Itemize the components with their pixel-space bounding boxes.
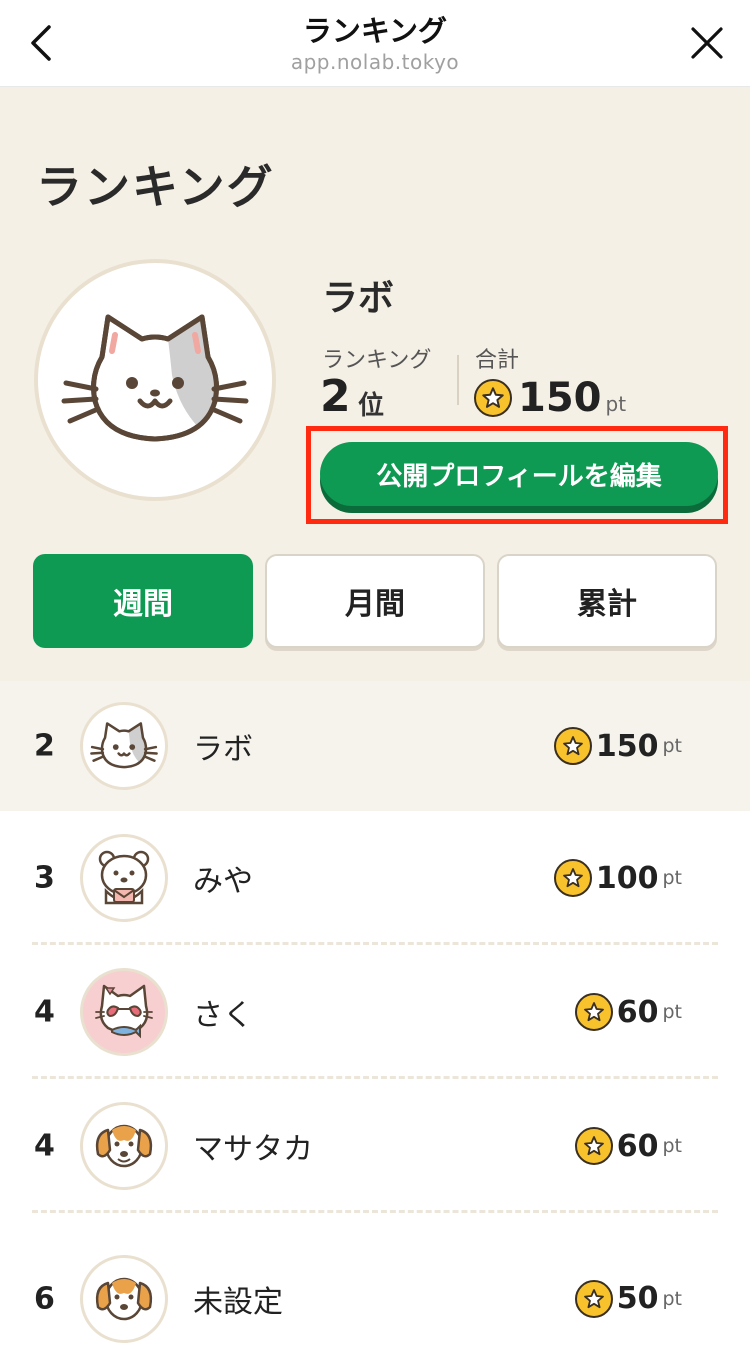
profile-header: ランキング ラボ ランキング 2 位 合計 150 pt 公開プロフィールを編集… xyxy=(0,87,750,681)
rank-number: 2 xyxy=(34,728,55,764)
user-name: マサタカ xyxy=(193,1132,313,1167)
avatar xyxy=(34,259,276,501)
points: 100 pt xyxy=(553,859,682,897)
list-item[interactable]: 3 みや 100 pt xyxy=(0,811,750,945)
list-item[interactable]: 2 ラボ 150 pt xyxy=(0,681,750,811)
close-button[interactable] xyxy=(682,18,732,68)
cat-icon xyxy=(61,314,249,442)
stat-divider xyxy=(457,355,459,405)
star-coin-icon xyxy=(574,1127,613,1165)
total-points-value: 150 xyxy=(518,375,602,421)
avatar xyxy=(80,1102,168,1190)
points-value: 50 xyxy=(616,1281,659,1317)
points-unit: pt xyxy=(605,392,627,416)
user-name: ラボ xyxy=(193,732,253,767)
user-name: みや xyxy=(193,864,253,899)
user-name: ラボ xyxy=(322,278,395,319)
rank-number: 3 xyxy=(34,860,55,896)
total-points: 150 pt xyxy=(474,375,626,421)
points: 150 pt xyxy=(553,727,682,765)
rank-number: 6 xyxy=(34,1281,55,1317)
points: 60 pt xyxy=(574,1127,682,1165)
list-item[interactable]: 4 マサタカ 60 pt xyxy=(0,1079,750,1213)
cat-icon xyxy=(90,722,158,769)
points-unit: pt xyxy=(662,1001,682,1023)
star-coin-icon xyxy=(553,727,592,765)
star-coin-icon xyxy=(474,379,512,417)
dog-icon xyxy=(95,1124,153,1168)
tab-monthly[interactable]: 月間 xyxy=(265,554,485,648)
points-unit: pt xyxy=(662,867,682,889)
points-unit: pt xyxy=(662,735,682,757)
rank-unit: 位 xyxy=(358,391,385,421)
tab-weekly[interactable]: 週間 xyxy=(33,554,253,648)
star-coin-icon xyxy=(574,1279,613,1318)
cat-sunglasses-icon xyxy=(95,984,153,1039)
page-title: ランキング xyxy=(36,160,275,214)
star-coin-icon xyxy=(553,859,592,897)
rank-number: 4 xyxy=(34,1128,55,1164)
navigation-bar: ランキング app.nolab.tokyo xyxy=(0,0,750,87)
list-item[interactable]: 6 未設定 50 pt xyxy=(0,1213,750,1347)
bear-icon xyxy=(98,850,150,905)
total-label: 合計 xyxy=(475,348,520,373)
user-name: さく xyxy=(193,998,253,1033)
close-icon xyxy=(691,27,723,59)
avatar xyxy=(80,702,168,790)
avatar xyxy=(80,834,168,922)
points-unit: pt xyxy=(662,1135,682,1157)
avatar xyxy=(80,968,168,1056)
points-value: 100 xyxy=(595,860,659,896)
rank-value: 2 xyxy=(320,371,351,422)
points: 60 pt xyxy=(574,993,682,1031)
points-value: 150 xyxy=(595,728,659,764)
nav-title: ランキング xyxy=(302,14,448,48)
edit-profile-button[interactable]: 公開プロフィールを編集 xyxy=(320,442,718,506)
points: 50 pt xyxy=(574,1279,682,1318)
points-value: 60 xyxy=(616,1128,659,1164)
rank-number: 4 xyxy=(34,994,55,1030)
points-unit: pt xyxy=(662,1287,682,1310)
ranking-list: 2 ラボ 150 pt 3 みや 100 pt 4 さく 60 pt 4 マサタ… xyxy=(0,681,750,1347)
tab-cumulative[interactable]: 累計 xyxy=(497,554,717,648)
dog-icon xyxy=(95,1277,153,1320)
star-coin-icon xyxy=(574,993,613,1031)
user-name: 未設定 xyxy=(193,1284,283,1320)
avatar xyxy=(80,1254,168,1343)
points-value: 60 xyxy=(616,994,659,1030)
list-item[interactable]: 4 さく 60 pt xyxy=(0,945,750,1079)
nav-url: app.nolab.tokyo xyxy=(290,50,460,74)
rank-label: ランキング xyxy=(322,348,432,373)
